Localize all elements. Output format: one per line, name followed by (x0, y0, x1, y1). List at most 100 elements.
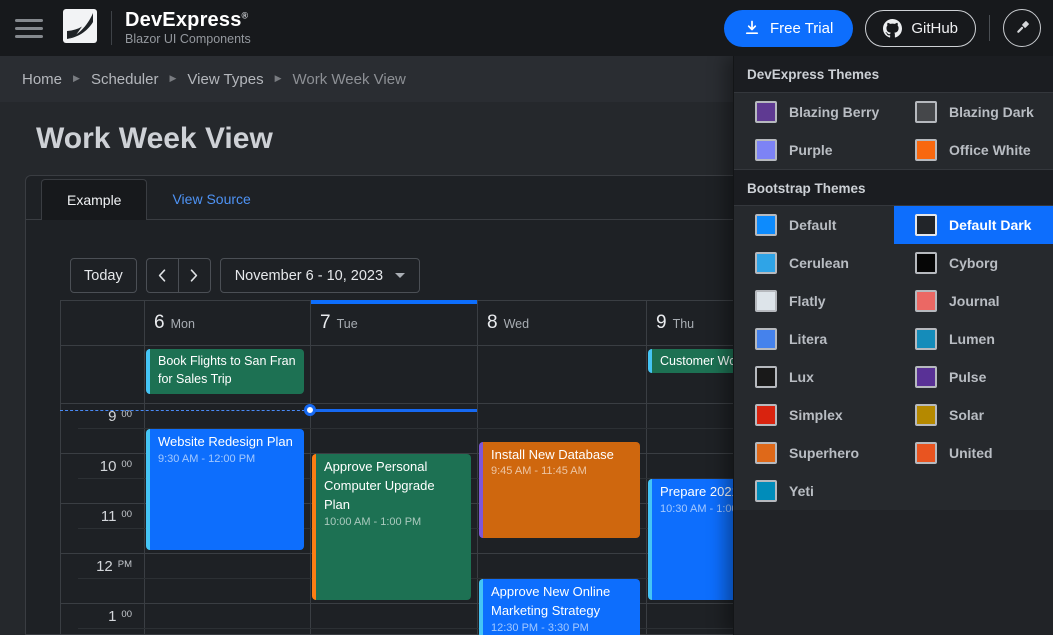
scheduler-toolbar: Today November 6 - 10, 2023 (70, 258, 420, 293)
grid-column-border (477, 300, 478, 635)
free-trial-label: Free Trial (770, 20, 833, 37)
united-swatch-icon (915, 442, 937, 464)
theme-item-journal[interactable]: Journal (894, 282, 1053, 320)
superhero-swatch-icon (755, 442, 777, 464)
lux-swatch-icon (755, 366, 777, 388)
litera-swatch-icon (755, 328, 777, 350)
date-range-dropdown[interactable]: November 6 - 10, 2023 (220, 258, 420, 293)
theme-item-solar[interactable]: Solar (894, 396, 1053, 434)
breadcrumb-item-work-week-view[interactable]: Work Week View (293, 71, 406, 88)
chevron-right-icon (190, 269, 198, 282)
theme-item-superhero[interactable]: Superhero (734, 434, 894, 472)
nav-button-group (146, 258, 211, 293)
free-trial-button[interactable]: Free Trial (724, 10, 853, 47)
theme-item-flatly[interactable]: Flatly (734, 282, 894, 320)
theme-item-united[interactable]: United (894, 434, 1053, 472)
theme-panel: DevExpress ThemesBlazing BerryBlazing Da… (733, 56, 1053, 635)
github-button[interactable]: GitHub (865, 10, 976, 47)
hour-line (60, 403, 813, 404)
next-week-button[interactable] (178, 258, 211, 293)
theme-item-litera[interactable]: Litera (734, 320, 894, 358)
half-hour-line (78, 628, 813, 629)
top-header: DevExpress® Blazor UI Components Free Tr… (0, 0, 1053, 56)
pulse-swatch-icon (915, 366, 937, 388)
day-header-mon: 6Mon (145, 301, 310, 344)
calendar-event-install-new-database[interactable]: Install New Database9:45 AM - 11:45 AM (479, 442, 640, 538)
breadcrumb-item-view-types[interactable]: View Types (187, 71, 263, 88)
theme-item-purple[interactable]: Purple (734, 131, 894, 169)
theme-chooser-button[interactable] (1003, 9, 1041, 47)
day-header-tue: 7Tue (311, 301, 477, 344)
calendar-event-approve-new-online-marketing-strategy[interactable]: Approve New Online Marketing Strategy12:… (479, 579, 640, 635)
theme-grid: DefaultDefault DarkCeruleanCyborgFlatlyJ… (734, 206, 1053, 510)
calendar-event-approve-personal-computer-upgrade-plan[interactable]: Approve Personal Computer Upgrade Plan10… (312, 454, 471, 600)
theme-item-lumen[interactable]: Lumen (894, 320, 1053, 358)
solar-swatch-icon (915, 404, 937, 426)
theme-item-blazing-dark[interactable]: Blazing Dark (894, 93, 1053, 131)
breadcrumb-separator-icon: ▶ (169, 73, 176, 84)
current-time-marker (304, 404, 316, 416)
lumen-swatch-icon (915, 328, 937, 350)
theme-section-title: DevExpress Themes (734, 56, 1053, 93)
day-header-wed: 8Wed (478, 301, 646, 344)
default-swatch-icon (755, 214, 777, 236)
date-range-label: November 6 - 10, 2023 (235, 268, 383, 284)
breadcrumb-item-home[interactable]: Home (22, 71, 62, 88)
download-icon (744, 20, 760, 36)
breadcrumb-separator-icon: ▶ (275, 73, 282, 84)
brand-name: DevExpress® (125, 10, 251, 31)
calendar-event-book-flights-to-san-fran-for-sales-trip[interactable]: Book Flights to San Fran for Sales Trip (146, 349, 304, 394)
github-label: GitHub (911, 20, 958, 37)
registered-mark: ® (242, 10, 249, 20)
theme-item-yeti[interactable]: Yeti (734, 472, 894, 510)
breadcrumb-item-scheduler[interactable]: Scheduler (91, 71, 159, 88)
grid-row-border (60, 345, 813, 346)
current-time-line-dashed (60, 410, 310, 411)
theme-item-default[interactable]: Default (734, 206, 894, 244)
hamburger-menu-icon[interactable] (15, 19, 43, 38)
header-divider (989, 15, 990, 41)
time-label: 1100 (60, 509, 132, 524)
hour-line (60, 603, 813, 604)
breadcrumb-separator-icon: ▶ (73, 73, 80, 84)
theme-item-cyborg[interactable]: Cyborg (894, 244, 1053, 282)
today-indicator-bar (311, 300, 477, 304)
brand-text: DevExpress® Blazor UI Components (125, 10, 251, 46)
journal-swatch-icon (915, 290, 937, 312)
theme-item-cerulean[interactable]: Cerulean (734, 244, 894, 282)
scheduler-grid: 9001000110012PM1006Mon7Tue8Wed9ThuBook F… (60, 300, 814, 635)
blazing-dark-swatch-icon (915, 101, 937, 123)
theme-item-lux[interactable]: Lux (734, 358, 894, 396)
previous-week-button[interactable] (146, 258, 179, 293)
purple-swatch-icon (755, 139, 777, 161)
theme-item-simplex[interactable]: Simplex (734, 396, 894, 434)
grid-column-border (144, 300, 145, 635)
brand-divider (111, 11, 112, 45)
theme-item-default-dark[interactable]: Default Dark (894, 206, 1053, 244)
blazing-berry-swatch-icon (755, 101, 777, 123)
flatly-swatch-icon (755, 290, 777, 312)
theme-item-blazing-berry[interactable]: Blazing Berry (734, 93, 894, 131)
theme-item-office-white[interactable]: Office White (894, 131, 1053, 169)
cyborg-swatch-icon (915, 252, 937, 274)
theme-item-pulse[interactable]: Pulse (894, 358, 1053, 396)
today-button[interactable]: Today (70, 258, 137, 293)
theme-grid: Blazing BerryBlazing DarkPurpleOffice Wh… (734, 93, 1053, 169)
grid-column-border (310, 300, 311, 635)
theme-section-title: Bootstrap Themes (734, 169, 1053, 206)
tab-example[interactable]: Example (41, 179, 147, 220)
tab-view-source[interactable]: View Source (147, 179, 275, 219)
cerulean-swatch-icon (755, 252, 777, 274)
github-icon (883, 19, 902, 38)
time-label: 1000 (60, 459, 132, 474)
yeti-swatch-icon (755, 480, 777, 502)
devexpress-logo[interactable] (63, 9, 97, 48)
calendar-event-website-redesign-plan[interactable]: Website Redesign Plan9:30 AM - 12:00 PM (146, 429, 304, 550)
brand-tagline: Blazor UI Components (125, 32, 251, 46)
chevron-down-icon (395, 273, 405, 278)
time-label: 100 (60, 609, 132, 624)
page-title: Work Week View (36, 122, 273, 156)
time-label: 12PM (60, 559, 132, 574)
office-white-swatch-icon (915, 139, 937, 161)
devexpress-logo-icon (63, 9, 97, 43)
